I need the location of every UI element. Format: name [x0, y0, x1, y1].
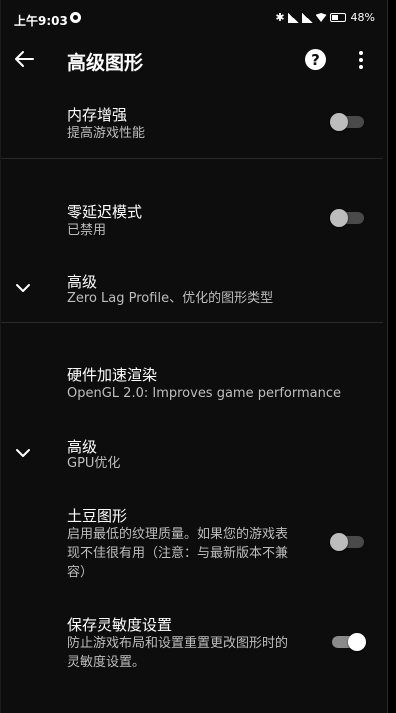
setting-save-sensitivity[interactable]: 保存灵敏度设置 防止游戏布局和设置重置更改图形时的 灵敏度设置。	[1, 608, 389, 678]
zero-lag-toggle[interactable]	[330, 209, 364, 227]
expander-subtitle: Zero Lag Profile、优化的图形类型	[67, 291, 274, 306]
more-vertical-icon-dot	[359, 51, 363, 55]
chevron-down-icon	[16, 284, 30, 292]
setting-title: 内存增强	[67, 106, 128, 124]
back-button[interactable]	[9, 44, 39, 74]
section-divider	[1, 322, 383, 323]
bluetooth-icon: ✱	[275, 11, 285, 24]
wifi-icon	[315, 13, 327, 22]
setting-subtitle-line: 启用最低的纹理质量。如果您的游戏表	[67, 527, 289, 542]
potato-graphics-toggle[interactable]	[330, 533, 364, 551]
memory-boost-toggle[interactable]	[330, 113, 364, 131]
scrollbar-area	[388, 0, 396, 713]
battery-percentage: 48%	[350, 11, 375, 24]
advanced-expander-zero-lag[interactable]: 高级 Zero Lag Profile、优化的图形类型	[1, 264, 389, 312]
advanced-expander-gpu[interactable]: 高级 GPU优化	[1, 429, 389, 477]
more-vertical-icon-dot	[359, 65, 363, 69]
more-vertical-icon-dot	[359, 58, 363, 62]
notification-icon	[70, 12, 81, 23]
section-divider	[1, 158, 383, 159]
save-sensitivity-toggle[interactable]	[330, 633, 366, 651]
battery-icon	[329, 13, 346, 22]
setting-memory-boost[interactable]: 内存增强 提高游戏性能	[1, 98, 389, 156]
status-time: 上午9:03	[14, 14, 68, 28]
page-title: 高级图形	[67, 52, 144, 74]
signal-2-icon	[301, 12, 313, 23]
setting-title: 土豆图形	[67, 507, 128, 525]
setting-subtitle: OpenGL 2.0: Improves game performance	[67, 386, 341, 401]
help-button[interactable]: ?	[305, 49, 326, 70]
setting-title: 硬件加速渲染	[67, 366, 158, 384]
setting-subtitle: 已禁用	[67, 223, 107, 238]
setting-subtitle: 提高游戏性能	[67, 126, 146, 141]
setting-subtitle-line: 灵敏度设置。	[67, 655, 146, 670]
app-screen: 上午9:03 ✱ 48% 高级图形 ? 内存增强 提高游戏性能 零延迟模式 已禁…	[0, 0, 388, 713]
toggle-thumb	[330, 533, 348, 551]
setting-zero-lag[interactable]: 零延迟模式 已禁用	[1, 195, 389, 251]
status-bar: 上午9:03 ✱ 48%	[1, 0, 389, 38]
setting-subtitle-line: 容）	[67, 565, 94, 580]
setting-title: 零延迟模式	[67, 203, 143, 221]
setting-hardware-render[interactable]: 硬件加速渲染 OpenGL 2.0: Improves game perform…	[1, 358, 389, 406]
toggle-thumb	[330, 113, 348, 131]
setting-potato-graphics[interactable]: 土豆图形 启用最低的纹理质量。如果您的游戏表 现不佳很有用（注意：与最新版本不兼…	[1, 499, 389, 589]
expander-subtitle: GPU优化	[67, 456, 121, 471]
toggle-thumb	[330, 209, 348, 227]
more-options-button[interactable]	[351, 46, 371, 74]
status-icons: ✱ 48%	[275, 11, 375, 24]
question-icon: ?	[311, 50, 320, 69]
setting-subtitle-line: 防止游戏布局和设置重置更改图形时的	[67, 636, 289, 651]
app-bar: 高级图形 ?	[1, 38, 389, 84]
toggle-thumb	[348, 633, 366, 651]
arrow-left-icon	[15, 51, 34, 67]
setting-subtitle-line: 现不佳很有用（注意：与最新版本不兼	[67, 546, 289, 561]
signal-1-icon	[287, 12, 299, 23]
chevron-down-icon	[16, 449, 30, 457]
setting-title: 保存灵敏度设置	[67, 616, 173, 634]
